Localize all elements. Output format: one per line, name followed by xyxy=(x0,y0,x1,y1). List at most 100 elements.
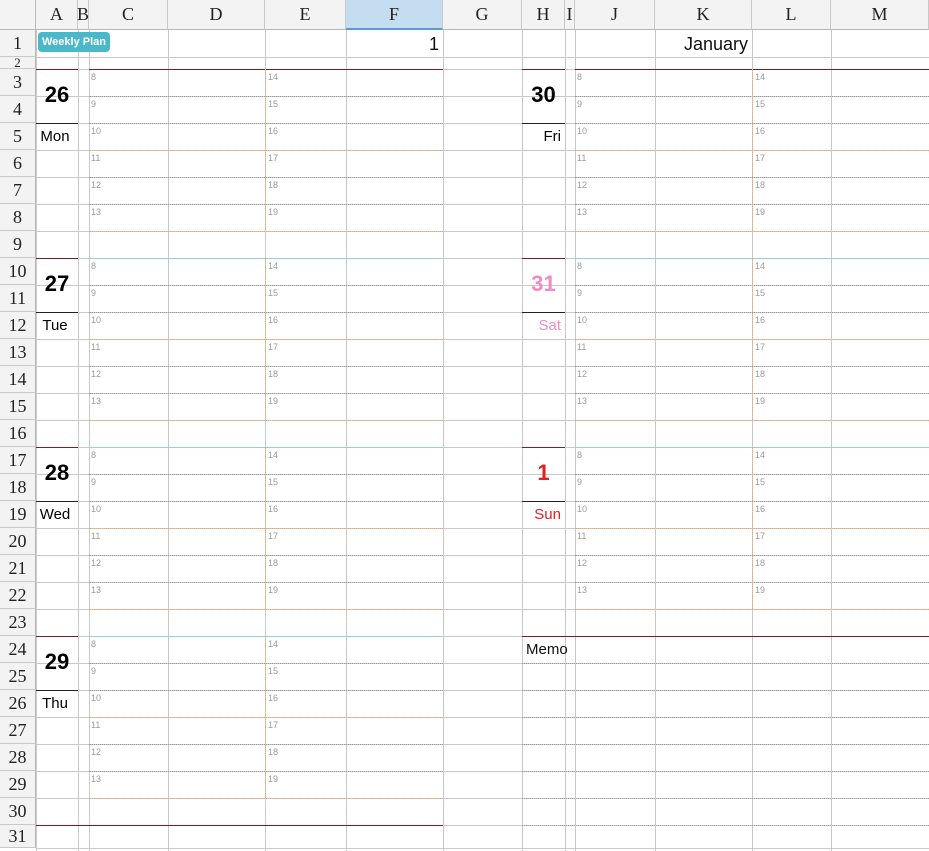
row-header[interactable]: 1 xyxy=(0,30,36,57)
row-header[interactable]: 12 xyxy=(0,312,36,339)
column-header[interactable]: E xyxy=(265,0,346,30)
column-header[interactable]: D xyxy=(168,0,265,30)
day-label-top-line xyxy=(36,258,78,259)
memo-top-line xyxy=(522,636,929,637)
hour-label: 12 xyxy=(91,180,102,190)
day-name: Tue xyxy=(42,317,68,334)
hour-line xyxy=(575,420,929,421)
day-number: 27 xyxy=(44,271,70,296)
row-header[interactable]: 30 xyxy=(0,798,36,825)
hour-label: 10 xyxy=(91,315,102,325)
day-name: Sun xyxy=(534,506,561,523)
row-header[interactable]: 20 xyxy=(0,528,36,555)
hour-label: 15 xyxy=(755,477,766,487)
row-header[interactable]: 4 xyxy=(0,96,36,123)
hour-line xyxy=(89,474,443,475)
grid-col-line xyxy=(443,30,444,851)
grid-row-line xyxy=(36,848,929,849)
hour-label: 15 xyxy=(268,288,279,298)
row-header[interactable]: 16 xyxy=(0,420,36,447)
hour-label: 14 xyxy=(268,72,279,82)
half-day-divider xyxy=(265,447,266,609)
hour-label: 8 xyxy=(577,450,583,460)
row-header[interactable]: 23 xyxy=(0,609,36,636)
row-header[interactable]: 19 xyxy=(0,501,36,528)
day-number-underline xyxy=(36,690,78,691)
hour-label: 9 xyxy=(577,288,583,298)
hour-label: 19 xyxy=(755,585,766,595)
hour-label: 12 xyxy=(91,369,102,379)
grid-col-line xyxy=(831,30,832,851)
day-number: 1 xyxy=(537,460,550,485)
day-number-underline xyxy=(36,312,78,313)
hour-label: 17 xyxy=(755,531,766,541)
day-number-underline xyxy=(522,123,565,124)
row-header[interactable]: 2 xyxy=(0,57,36,69)
grid-col-line xyxy=(575,30,576,851)
column-header[interactable]: K xyxy=(655,0,752,30)
row-header[interactable]: 7 xyxy=(0,177,36,204)
hour-label: 8 xyxy=(91,450,97,460)
row-header[interactable]: 15 xyxy=(0,393,36,420)
row-header[interactable]: 21 xyxy=(0,555,36,582)
row-header[interactable]: 31 xyxy=(0,825,36,848)
row-header[interactable]: 3 xyxy=(0,69,36,96)
column-header[interactable]: F xyxy=(346,0,443,30)
day-block-top-line xyxy=(89,69,443,70)
row-header[interactable]: 11 xyxy=(0,285,36,312)
column-header[interactable]: I xyxy=(565,0,575,30)
column-header[interactable]: C xyxy=(89,0,168,30)
hour-label: 9 xyxy=(577,99,583,109)
hour-line xyxy=(89,150,443,151)
row-header[interactable]: 8 xyxy=(0,204,36,231)
column-header[interactable]: H xyxy=(522,0,565,30)
hour-line xyxy=(89,204,443,205)
row-header[interactable]: 27 xyxy=(0,717,36,744)
column-header[interactable]: B xyxy=(77,0,89,30)
hour-label: 10 xyxy=(577,126,588,136)
spreadsheet-grid[interactable]: A B C D E F G H I J K L M 1 2 3 4 5 6 7 8 9 10 11 12 13 14 15 16 17 18… xyxy=(0,0,929,851)
hour-line xyxy=(89,663,443,664)
hour-line xyxy=(89,744,443,745)
row-header[interactable]: 26 xyxy=(0,690,36,717)
day-name: Mon xyxy=(40,128,70,145)
hour-label: 11 xyxy=(577,153,587,163)
month-cell[interactable]: January xyxy=(655,33,748,55)
hour-line xyxy=(89,528,443,529)
grid-col-line xyxy=(522,30,523,851)
column-header[interactable]: L xyxy=(752,0,831,30)
day-block-top-line xyxy=(89,258,443,259)
row-header[interactable]: 14 xyxy=(0,366,36,393)
hour-label: 11 xyxy=(91,720,101,730)
week-number-cell[interactable]: 1 xyxy=(403,33,439,55)
day-name: Wed xyxy=(39,506,71,523)
hour-line xyxy=(89,96,443,97)
row-header[interactable]: 28 xyxy=(0,744,36,771)
column-header[interactable]: A xyxy=(36,0,78,30)
row-header[interactable]: 18 xyxy=(0,474,36,501)
column-header[interactable]: G xyxy=(443,0,522,30)
row-header[interactable]: 17 xyxy=(0,447,36,474)
row-header[interactable]: 9 xyxy=(0,231,36,258)
row-header[interactable]: 5 xyxy=(0,123,36,150)
row-header[interactable]: 6 xyxy=(0,150,36,177)
select-all-corner[interactable] xyxy=(0,0,36,30)
column-header[interactable]: M xyxy=(831,0,929,30)
column-header[interactable]: J xyxy=(575,0,655,30)
hour-label: 10 xyxy=(577,315,588,325)
day-label-top-line xyxy=(522,258,565,259)
row-header[interactable]: 25 xyxy=(0,663,36,690)
day-number-underline xyxy=(522,501,565,502)
hour-label: 19 xyxy=(755,207,766,217)
hour-label: 12 xyxy=(91,747,102,757)
row-header[interactable]: 22 xyxy=(0,582,36,609)
hour-label: 16 xyxy=(268,126,279,136)
hour-label: 18 xyxy=(268,747,279,757)
row-header[interactable]: 13 xyxy=(0,339,36,366)
row-header[interactable]: 10 xyxy=(0,258,36,285)
row-header[interactable]: 24 xyxy=(0,636,36,663)
row-header[interactable]: 29 xyxy=(0,771,36,798)
hour-line xyxy=(575,231,929,232)
hour-label: 14 xyxy=(755,72,766,82)
hour-line xyxy=(89,123,443,124)
